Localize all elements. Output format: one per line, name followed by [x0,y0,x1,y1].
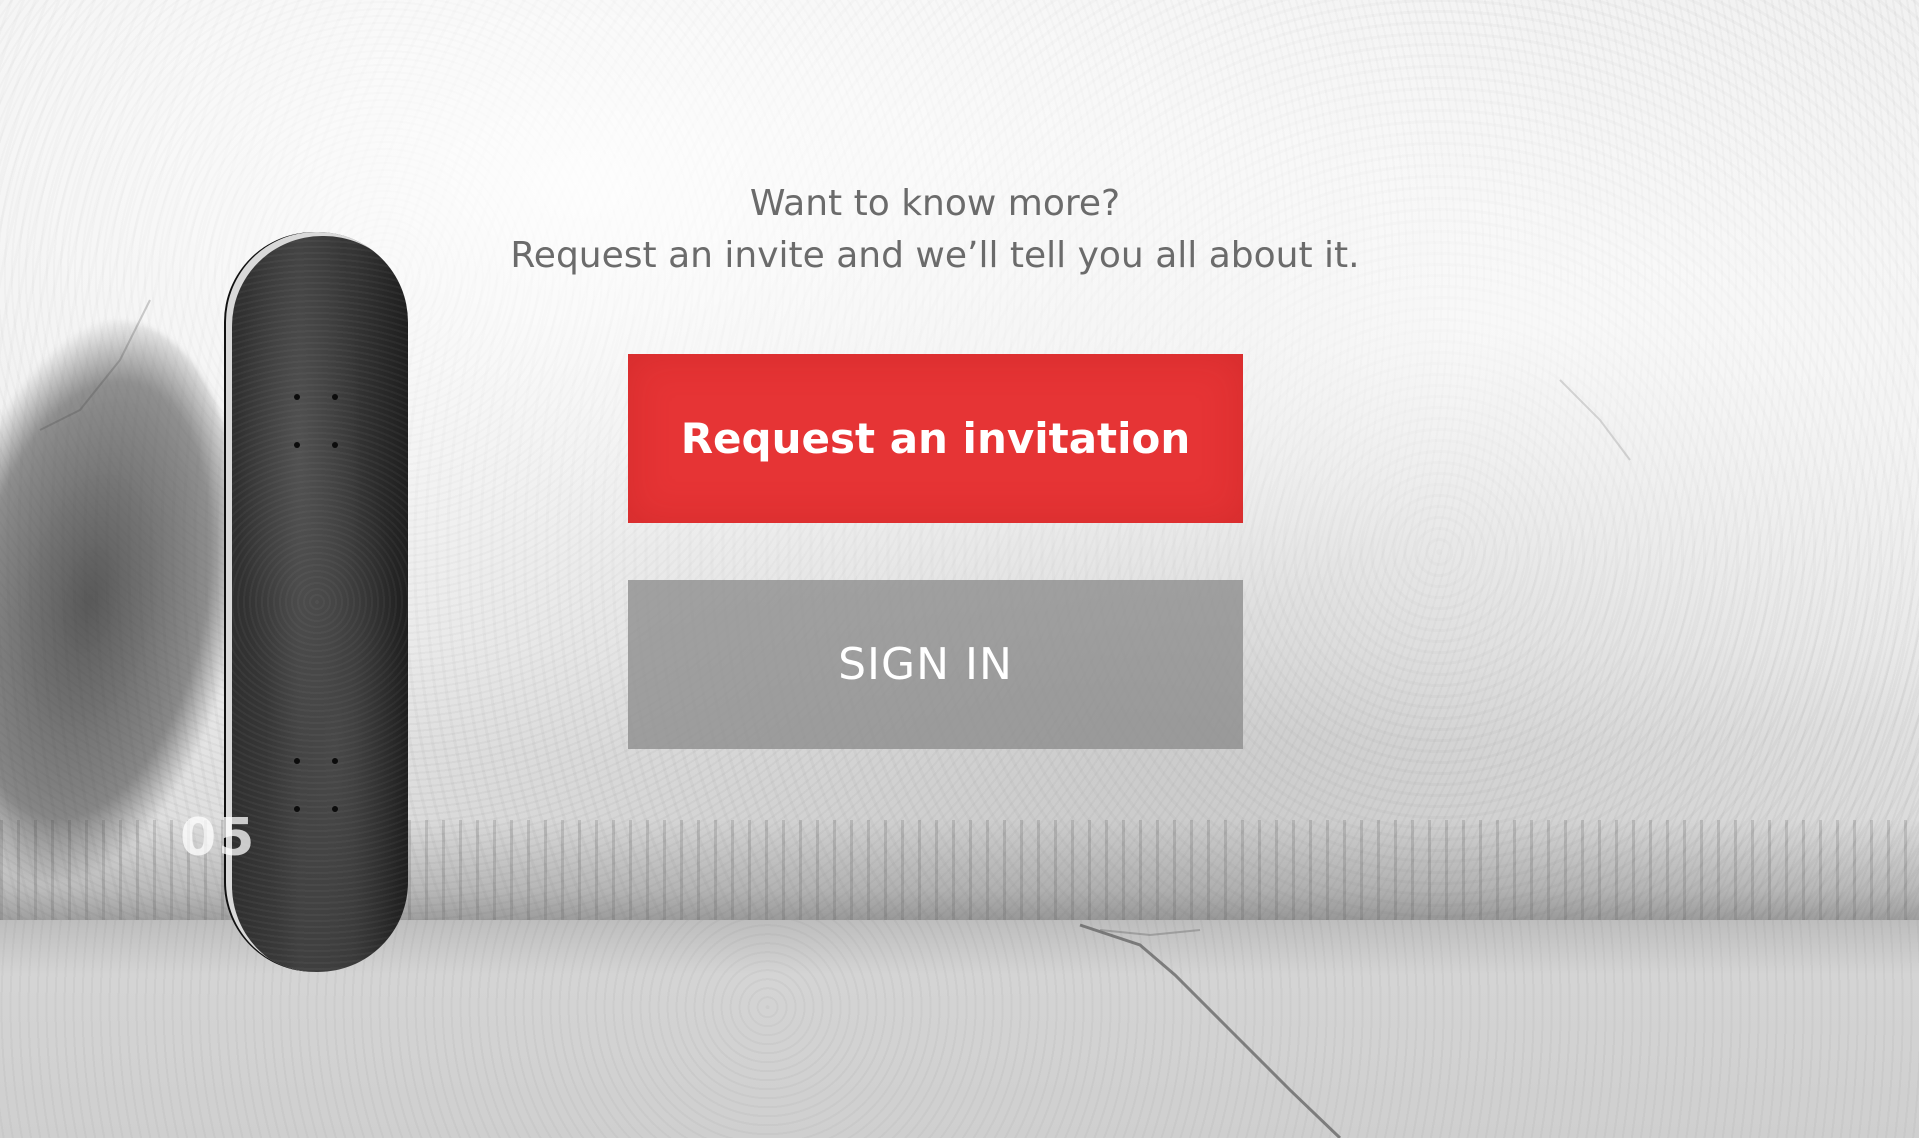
request-invitation-button[interactable]: Request an invitation [628,354,1243,523]
landing-page: 05 Want to know more? Request an invite … [0,0,1919,1138]
floor-marking: 05 [180,808,257,868]
intro-description: Request an invite and we’ll tell you all… [510,235,1360,276]
sign-in-label: SIGN IN [838,639,1013,690]
intro-text: Want to know more? Request an invite and… [0,178,1870,282]
request-invitation-label: Request an invitation [680,414,1191,463]
sign-in-button[interactable]: SIGN IN [628,580,1243,749]
intro-question: Want to know more? [749,183,1121,224]
